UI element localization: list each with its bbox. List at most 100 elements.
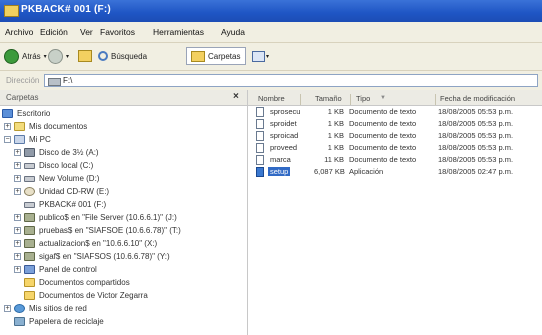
expand-icon[interactable]: + (14, 240, 21, 247)
file-type: Documento de texto (349, 119, 417, 128)
network-places-icon (14, 304, 25, 313)
folder-icon (24, 291, 35, 300)
network-drive-icon (24, 226, 35, 235)
tree-item-pkback[interactable]: PKBACK# 001 (F:) (24, 198, 106, 211)
back-button[interactable]: Atrás ▾ (4, 47, 47, 65)
tree-item-cd-drive[interactable]: + Unidad CD-RW (E:) (14, 185, 109, 198)
tree-item-actualizacion[interactable]: + actualizacion$ en "10.6.6.10" (X:) (14, 237, 157, 250)
file-size: 1 KB (327, 107, 344, 116)
file-row[interactable]: sproidet 1 KB Documento de texto 18/08/2… (248, 119, 542, 129)
column-header-date[interactable]: Fecha de modificación (440, 94, 515, 103)
column-header-type[interactable]: Tipo (356, 94, 370, 103)
tree-item-label: Unidad CD-RW (E:) (39, 187, 110, 196)
tree-item-mi-pc[interactable]: − Mi PC (4, 133, 51, 146)
expand-icon[interactable]: + (14, 266, 21, 273)
address-bar: Dirección F:\ (0, 71, 542, 91)
tree-item-label: Panel de control (39, 265, 97, 274)
expand-icon[interactable]: + (14, 253, 21, 260)
application-icon (256, 167, 264, 177)
folders-pane-header: Carpetas × (0, 90, 247, 106)
file-name: sproidet (270, 119, 297, 128)
tree-item-new-volume[interactable]: + New Volume (D:) (14, 172, 99, 185)
column-header-name[interactable]: Nombre (258, 94, 285, 103)
column-divider[interactable] (435, 94, 436, 105)
column-divider[interactable] (350, 94, 351, 105)
menu-edicion[interactable]: Edición (40, 27, 68, 37)
views-button[interactable]: ▾ (252, 47, 269, 65)
column-header-row: Nombre Tamaño Tipo ▼ Fecha de modificaci… (248, 90, 542, 106)
file-name: marca (270, 155, 291, 164)
file-row[interactable]: sprosecu 1 KB Documento de texto 18/08/2… (248, 107, 542, 117)
tree-item-documentos-victor[interactable]: Documentos de Victor Zegarra (14, 289, 148, 302)
address-input[interactable]: F:\ (44, 74, 538, 87)
tree-item-pruebas[interactable]: + pruebas$ en "SIAFSOE (10.6.6.78)" (T:) (14, 224, 181, 237)
file-name: sprosecu (270, 107, 301, 116)
chevron-down-icon: ▾ (43, 53, 47, 60)
tree-item-label: pruebas$ en "SIAFSOE (10.6.6.78)" (T:) (39, 226, 181, 235)
expand-icon[interactable]: + (14, 227, 21, 234)
tree-item-label: Documentos de Victor Zegarra (39, 291, 148, 300)
search-icon (98, 51, 108, 61)
expand-icon[interactable]: + (14, 162, 21, 169)
tree-item-panel-control[interactable]: + Panel de control (14, 263, 97, 276)
file-row[interactable]: setup 6,087 KB Aplicación 18/08/2005 02:… (248, 167, 542, 177)
tree-item-local-disk[interactable]: + Disco local (C:) (14, 159, 93, 172)
window-title: PKBACK# 001 (F:) (21, 4, 111, 15)
forward-button[interactable]: ▾ (48, 47, 69, 65)
file-date: 18/08/2005 05:53 p.m. (438, 155, 514, 164)
expand-icon[interactable]: + (14, 188, 21, 195)
up-folder-icon (78, 50, 92, 62)
collapse-icon[interactable]: − (4, 136, 11, 143)
file-type: Aplicación (349, 167, 384, 176)
up-folder-button[interactable] (78, 47, 92, 65)
search-label: Búsqueda (111, 51, 148, 61)
address-label: Dirección (6, 76, 40, 85)
tree-spacer (14, 292, 21, 299)
menu-ver[interactable]: Ver (80, 27, 93, 37)
tree-item-publico[interactable]: + publico$ en "File Server (10.6.6.1)" (… (14, 211, 177, 224)
tree-item-label: Disco de 3½ (A:) (39, 148, 99, 157)
folder-icon (4, 5, 19, 17)
folders-pane-title: Carpetas (6, 93, 39, 102)
search-button[interactable]: Búsqueda (98, 47, 147, 65)
file-name: proveed (270, 143, 298, 152)
tree-item-sigaf[interactable]: + sigaf$ en "SIAFSOS (10.6.6.78)" (Y:) (14, 250, 170, 263)
expand-icon[interactable]: + (14, 149, 21, 156)
menu-ayuda[interactable]: Ayuda (221, 27, 245, 37)
expand-icon[interactable]: + (4, 123, 11, 130)
tree-item-label: sigaf$ en "SIAFSOS (10.6.6.78)" (Y:) (39, 252, 170, 261)
file-name: setup (268, 167, 291, 176)
column-header-size[interactable]: Tamaño (315, 94, 342, 103)
title-bar: PKBACK# 001 (F:) (0, 0, 542, 22)
tree-item-label: Documentos compartidos (39, 278, 130, 287)
folder-icon (24, 278, 35, 287)
back-label: Atrás (22, 51, 41, 61)
file-row[interactable]: sproicad 1 KB Documento de texto 18/08/2… (248, 131, 542, 141)
expand-icon[interactable]: + (14, 175, 21, 182)
menu-favoritos[interactable]: Favoritos (100, 27, 135, 37)
file-row[interactable]: proveed 1 KB Documento de texto 18/08/20… (248, 143, 542, 153)
tree-item-label: Escritorio (17, 109, 51, 118)
menu-herramientas[interactable]: Herramientas (153, 27, 204, 37)
network-drive-icon (24, 213, 35, 222)
column-divider[interactable] (300, 94, 301, 105)
tree-item-documentos-compartidos[interactable]: Documentos compartidos (14, 276, 130, 289)
tree-item-mis-documentos[interactable]: + Mis documentos (4, 120, 87, 133)
folders-button[interactable]: Carpetas (186, 47, 246, 65)
expand-icon[interactable]: + (4, 305, 11, 312)
text-file-icon (256, 143, 264, 153)
tree-item-floppy[interactable]: + Disco de 3½ (A:) (14, 146, 99, 159)
recycle-bin-icon (14, 317, 25, 326)
removable-drive-icon (24, 201, 35, 208)
file-row[interactable]: marca 11 KB Documento de texto 18/08/200… (248, 155, 542, 165)
tree-item-label: PKBACK# 001 (F:) (39, 200, 107, 209)
tree-item-papelera[interactable]: Papelera de reciclaje (14, 315, 104, 328)
menu-archivo[interactable]: Archivo (5, 27, 33, 37)
tree-item-mis-sitios-red[interactable]: + Mis sitios de red (4, 302, 87, 315)
file-list-pane: Nombre Tamaño Tipo ▼ Fecha de modificaci… (248, 90, 542, 335)
expand-icon[interactable]: + (14, 214, 21, 221)
views-icon (252, 50, 265, 62)
close-icon[interactable]: × (233, 91, 239, 102)
chevron-down-icon: ▾ (266, 53, 270, 60)
tree-item-escritorio[interactable]: Escritorio (2, 107, 50, 120)
